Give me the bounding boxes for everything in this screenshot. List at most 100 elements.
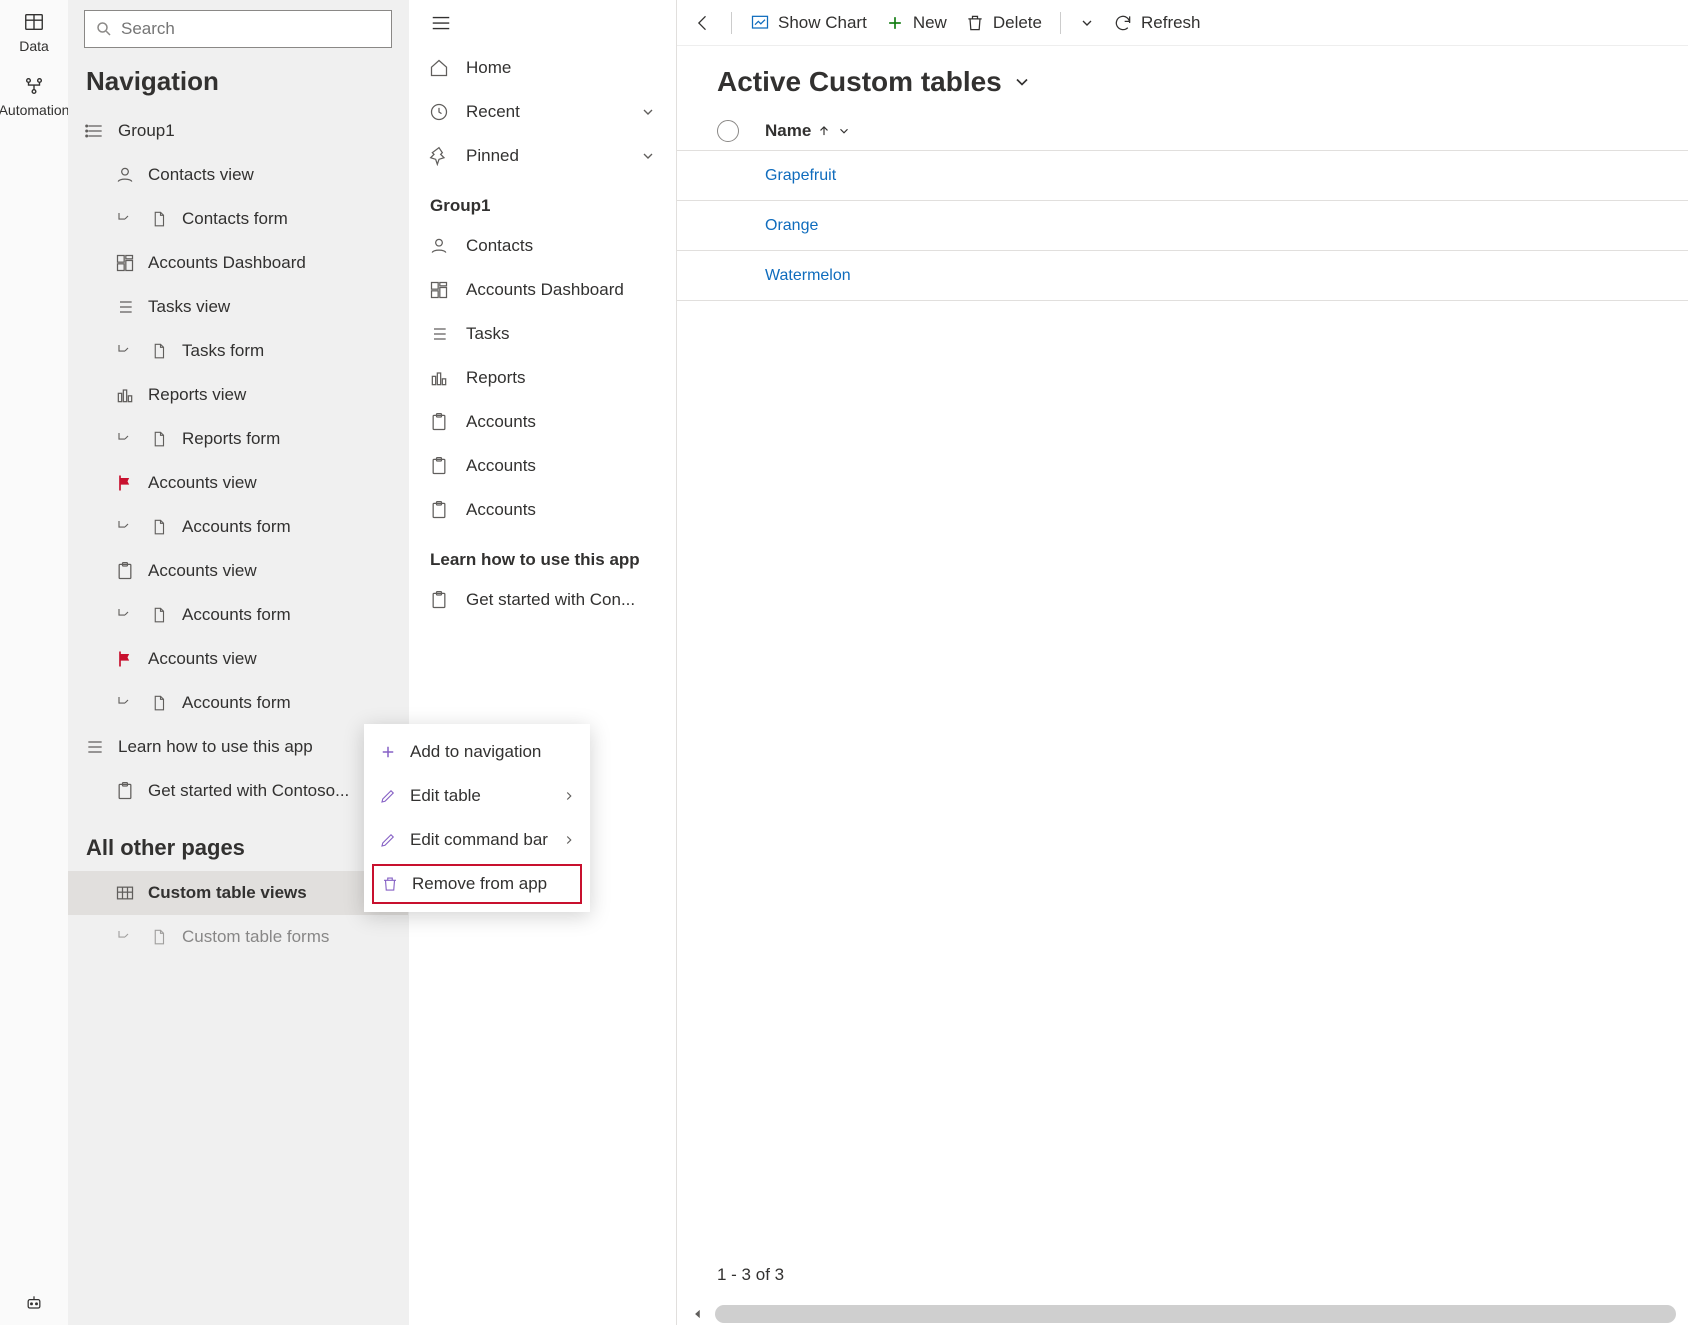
table-row[interactable]: Grapefruit: [677, 151, 1688, 201]
table-row[interactable]: Orange: [677, 201, 1688, 251]
app-sidebar: Home Recent Pinned Group1 Contacts Accou…: [408, 0, 676, 1325]
nav-contacts-view[interactable]: Contacts view: [68, 153, 408, 197]
nav-learn[interactable]: Learn how to use this app: [68, 725, 408, 769]
nav-accounts-form-1[interactable]: Accounts form: [68, 505, 408, 549]
scroll-left-icon[interactable]: [689, 1307, 707, 1321]
cmd-label: Refresh: [1141, 13, 1201, 33]
subitem-icon: [114, 340, 136, 362]
dashboard-icon: [114, 252, 136, 274]
nav-get-started[interactable]: Get started with Contoso...: [68, 769, 408, 813]
rail-bot[interactable]: [22, 1291, 46, 1325]
sidebar-item-label: Accounts Dashboard: [466, 280, 624, 300]
nav-reports-view[interactable]: Reports view: [68, 373, 408, 417]
cmd-label: New: [913, 13, 947, 33]
subitem-icon: [114, 208, 136, 230]
nav-accounts-view-1[interactable]: Accounts view: [68, 461, 408, 505]
chevron-down-icon: [1012, 72, 1032, 92]
nav-accounts-form-2[interactable]: Accounts form: [68, 593, 408, 637]
cmd-label: Delete: [993, 13, 1042, 33]
select-all-checkbox[interactable]: [717, 120, 739, 142]
delete-dropdown[interactable]: [1079, 15, 1095, 31]
clipboard-icon: [428, 412, 450, 432]
form-icon: [148, 692, 170, 714]
scroll-thumb[interactable]: [715, 1305, 1676, 1323]
sidebar-pinned[interactable]: Pinned: [408, 134, 676, 178]
delete-button[interactable]: Delete: [965, 13, 1042, 33]
bot-icon: [22, 1291, 46, 1315]
back-button[interactable]: [693, 13, 713, 33]
form-icon: [148, 516, 170, 538]
subitem-icon: [114, 604, 136, 626]
row-link[interactable]: Watermelon: [765, 267, 851, 285]
show-chart-button[interactable]: Show Chart: [750, 13, 867, 33]
flag-icon: [114, 472, 136, 494]
refresh-button[interactable]: Refresh: [1113, 13, 1201, 33]
sidebar-accounts-dashboard[interactable]: Accounts Dashboard: [408, 268, 676, 312]
sidebar-item-label: Contacts: [466, 236, 533, 256]
nav-accounts-dashboard[interactable]: Accounts Dashboard: [68, 241, 408, 285]
column-name[interactable]: Name: [765, 121, 851, 141]
nav-group1[interactable]: Group1: [68, 109, 408, 153]
nav-reports-form[interactable]: Reports form: [68, 417, 408, 461]
nav-tasks-view[interactable]: Tasks view: [68, 285, 408, 329]
nav-item-label: Contacts view: [148, 165, 408, 185]
sidebar-home[interactable]: Home: [408, 46, 676, 90]
nav-accounts-view-2[interactable]: Accounts view: [68, 549, 408, 593]
ctx-label: Remove from app: [412, 874, 547, 894]
sidebar-recent[interactable]: Recent: [408, 90, 676, 134]
sidebar-get-started[interactable]: Get started with Con...: [408, 578, 676, 622]
sort-asc-icon: [817, 124, 831, 138]
search-box[interactable]: [84, 10, 392, 48]
table-row[interactable]: Watermelon: [677, 251, 1688, 301]
horizontal-scrollbar[interactable]: [677, 1303, 1688, 1325]
separator: [731, 12, 732, 34]
navigation-title: Navigation: [68, 58, 408, 109]
ctx-edit-table[interactable]: Edit table: [364, 774, 590, 818]
sidebar-group-header: Group1: [408, 178, 676, 224]
ctx-remove-from-app[interactable]: Remove from app: [372, 864, 582, 904]
refresh-icon: [1113, 13, 1133, 33]
context-menu: Add to navigation Edit table Edit comman…: [364, 724, 590, 912]
nav-item-label: Custom table views: [148, 883, 364, 903]
edit-icon: [378, 787, 398, 805]
nav-item-label: Accounts form: [182, 693, 408, 713]
trash-icon: [965, 13, 985, 33]
sidebar-accounts-1[interactable]: Accounts: [408, 400, 676, 444]
form-icon: [148, 926, 170, 948]
nav-custom-table-views[interactable]: Custom table views ···: [68, 871, 408, 915]
sidebar-item-label: Accounts: [466, 500, 536, 520]
nav-accounts-view-3[interactable]: Accounts view: [68, 637, 408, 681]
sidebar-tasks[interactable]: Tasks: [408, 312, 676, 356]
grid-rows: Grapefruit Orange Watermelon: [677, 151, 1688, 301]
person-icon: [114, 164, 136, 186]
ctx-edit-command-bar[interactable]: Edit command bar: [364, 818, 590, 862]
sidebar-reports[interactable]: Reports: [408, 356, 676, 400]
nav-accounts-form-3[interactable]: Accounts form: [68, 681, 408, 725]
column-name-label: Name: [765, 121, 811, 141]
separator: [1060, 12, 1061, 34]
row-link[interactable]: Grapefruit: [765, 167, 836, 185]
ctx-add-to-navigation[interactable]: Add to navigation: [364, 730, 590, 774]
rail-automation[interactable]: Automation: [0, 74, 69, 118]
nav-contacts-form[interactable]: Contacts form: [68, 197, 408, 241]
view-selector[interactable]: Active Custom tables: [677, 46, 1688, 112]
sidebar-accounts-3[interactable]: Accounts: [408, 488, 676, 532]
clipboard-icon: [114, 560, 136, 582]
chevron-down-icon: [837, 124, 851, 138]
row-link[interactable]: Orange: [765, 217, 818, 235]
nav-tasks-form[interactable]: Tasks form: [68, 329, 408, 373]
chevron-right-icon: [562, 833, 576, 847]
column-header-row: Name: [677, 112, 1688, 151]
search-input[interactable]: [121, 19, 381, 39]
nav-custom-table-forms[interactable]: Custom table forms: [68, 915, 408, 959]
hamburger-button[interactable]: [408, 0, 676, 46]
nav-item-label: Accounts form: [182, 605, 408, 625]
rail-data[interactable]: Data: [19, 10, 49, 54]
sidebar-accounts-2[interactable]: Accounts: [408, 444, 676, 488]
nav-item-label: Accounts Dashboard: [148, 253, 408, 273]
rail-data-label: Data: [19, 38, 49, 54]
chevron-down-icon: [640, 104, 656, 120]
sidebar-item-label: Reports: [466, 368, 526, 388]
new-button[interactable]: New: [885, 13, 947, 33]
sidebar-contacts[interactable]: Contacts: [408, 224, 676, 268]
